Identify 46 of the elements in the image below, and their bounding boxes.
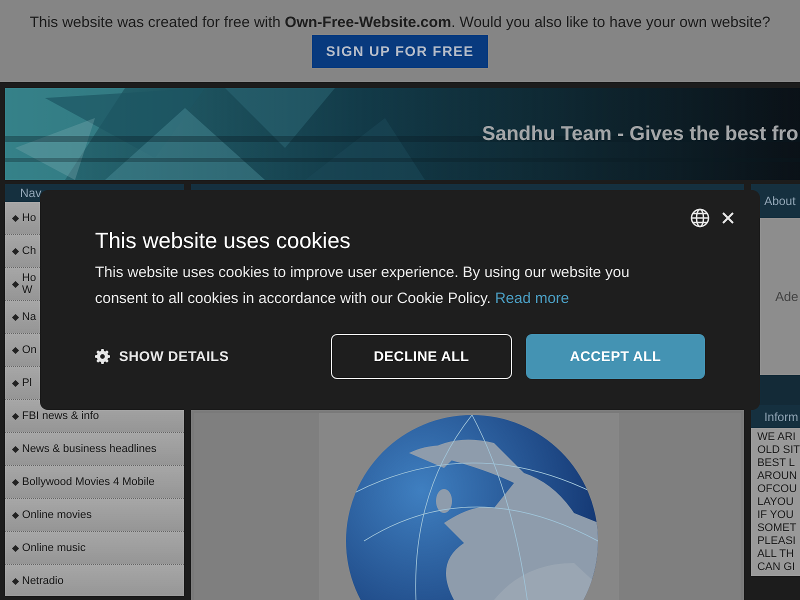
decline-all-button[interactable]: DECLINE ALL (330, 334, 512, 379)
close-icon[interactable] (722, 212, 734, 224)
nav-item[interactable]: Netradio (5, 565, 184, 596)
nav-label: Pl (22, 377, 32, 389)
accept-all-button[interactable]: ACCEPT ALL (526, 334, 705, 379)
nav-title: Nav (20, 185, 42, 202)
info-title: Inform (764, 408, 798, 426)
sign-up-button[interactable]: SIGN UP FOR FREE (312, 35, 488, 68)
bullet-icon (12, 214, 20, 222)
bullet-icon (12, 346, 20, 354)
bullet-icon (12, 445, 20, 453)
nav-label: On (22, 344, 37, 356)
nav-label: Bollywood Movies 4 Mobile (22, 476, 155, 488)
language-icon[interactable] (690, 208, 710, 228)
bullet-icon (12, 247, 20, 255)
nav-item[interactable]: Online movies (5, 499, 184, 532)
bullet-icon (12, 511, 20, 519)
nav-label: News & business headlines (22, 443, 157, 455)
promo-text: This website was created for free with Own-Free-Website.com. Would you also like to have your own website? (30, 13, 770, 33)
nav-item[interactable]: News & business headlines (5, 433, 184, 466)
nav-label: Na (22, 311, 36, 323)
about-title: About (764, 193, 796, 210)
bullet-icon (12, 379, 20, 387)
nav-label: Netradio (22, 575, 64, 587)
bullet-icon (12, 412, 20, 420)
info-text: WE ARI OLD SIT BEST L AROUN OFCOU LAYOU IF YOU SOMET PLEASI ALL TH CAN GI (757, 431, 800, 574)
read-more-link[interactable]: Read more (494, 290, 570, 307)
bullet-icon (12, 313, 20, 321)
nav-label: Ho W (22, 272, 36, 296)
gear-icon (95, 349, 110, 364)
nav-label: FBI news & info (22, 410, 100, 422)
bullet-icon (12, 478, 20, 486)
site-title: Sandhu Team - Gives the best fro (482, 122, 798, 147)
nav-item[interactable]: Online music (5, 532, 184, 565)
nav-label: Online music (22, 542, 86, 554)
nav-label: Ch (22, 245, 36, 257)
nav-label: Online movies (22, 509, 92, 521)
nav-label: Ho (22, 212, 36, 224)
dialog-text: This website uses cookies to improve user experience. By using our website you consent to all cookies in accordance with our Cookie Policy. Read more (95, 263, 630, 309)
bullet-icon (12, 544, 20, 552)
show-details-button[interactable]: SHOW DETAILS (95, 346, 229, 367)
bullet-icon (12, 577, 20, 585)
about-text: Ade (775, 288, 798, 306)
nav-item[interactable]: Bollywood Movies 4 Mobile (5, 466, 184, 499)
bullet-icon (12, 280, 20, 288)
dialog-title: This website uses cookies (95, 228, 352, 254)
